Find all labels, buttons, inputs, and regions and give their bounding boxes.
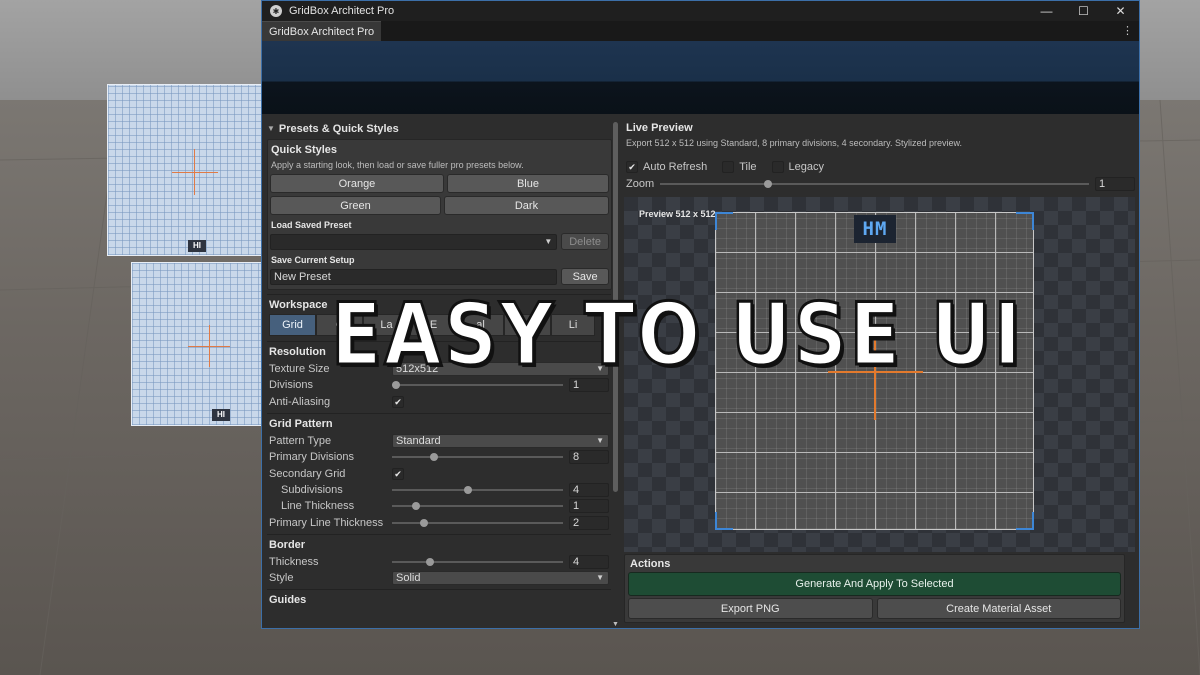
border-style-dropdown[interactable]: Solid ▼ — [392, 571, 609, 586]
border-style-value: Solid — [396, 572, 421, 585]
tile-checkbox[interactable] — [722, 161, 735, 173]
chevron-down-icon: ▼ — [596, 573, 604, 583]
cube-front-face: HI — [131, 262, 262, 426]
live-preview-description: Export 512 x 512 using Standard, 8 prima… — [626, 138, 963, 148]
primary-line-thickness-field[interactable]: 2 — [569, 515, 609, 530]
tab-strip: GridBox Architect Pro ⋮ — [262, 21, 1139, 41]
preview-size-label: Preview 512 x 512 — [639, 209, 716, 219]
live-preview-title: Live Preview — [626, 122, 693, 134]
guides-title: Guides — [269, 594, 307, 607]
quick-styles-hint: Apply a starting look, then load or save… — [271, 160, 524, 170]
header-banner — [262, 41, 1139, 114]
kebab-menu-icon[interactable]: ⋮ — [1122, 24, 1133, 37]
cube-crosshair-v — [194, 149, 195, 195]
delete-preset-button[interactable]: Delete — [561, 233, 609, 250]
pattern-type-label: Pattern Type — [269, 435, 332, 448]
chevron-down-icon: ▼ — [596, 436, 604, 446]
border-title: Border — [269, 538, 306, 551]
pattern-type-dropdown[interactable]: Standard ▼ — [392, 434, 609, 449]
tab-gridbox[interactable]: GridBox Architect Pro — [262, 21, 382, 41]
cube-crosshair-h — [172, 172, 218, 173]
slider-knob[interactable] — [412, 502, 420, 511]
cube-crosshair-v — [209, 325, 210, 367]
antialias-label: Anti-Aliasing — [269, 395, 331, 408]
subdivisions-label: Subdivisions — [281, 483, 343, 496]
app-logo-icon: ✱ — [270, 5, 282, 17]
tab-grid[interactable]: Grid — [269, 314, 316, 336]
border-thickness-slider[interactable] — [392, 555, 563, 569]
slider-knob[interactable] — [430, 453, 438, 462]
zoom-slider[interactable] — [660, 177, 1089, 191]
zoom-field[interactable]: 1 — [1095, 176, 1135, 191]
slider-knob[interactable] — [764, 179, 772, 188]
presets-box: Quick Styles Apply a starting look, then… — [267, 139, 612, 290]
subdivisions-slider[interactable] — [392, 483, 563, 497]
line-thickness-field[interactable]: 1 — [569, 499, 609, 514]
line-thickness-slider[interactable] — [392, 499, 563, 513]
create-material-button[interactable]: Create Material Asset — [876, 598, 1121, 619]
auto-refresh-label: Auto Refresh — [643, 161, 708, 173]
corner-marker-bl — [715, 512, 733, 530]
legacy-checkbox[interactable] — [771, 161, 784, 173]
auto-refresh-checkbox[interactable]: ✔ — [626, 161, 638, 173]
border-section: Border Thickness 4 Style Solid ▼ — [267, 533, 611, 587]
foldout-arrow-icon: ▼ — [267, 124, 275, 133]
style-orange-button[interactable]: Orange — [270, 174, 444, 193]
primary-divisions-slider[interactable] — [392, 450, 563, 464]
promo-overlay-text: EASY TO USE UI — [330, 284, 1024, 387]
cube-logo-badge: HI — [188, 240, 206, 252]
corner-marker-tr — [1016, 212, 1034, 230]
primary-divisions-field[interactable]: 8 — [569, 450, 609, 465]
subdivisions-field[interactable]: 4 — [569, 482, 609, 497]
secondary-grid-checkbox[interactable]: ✔ — [392, 467, 404, 480]
load-preset-dropdown[interactable]: ▼ — [270, 233, 558, 250]
presets-foldout[interactable]: ▼ Presets & Quick Styles — [267, 120, 622, 137]
load-preset-label: Load Saved Preset — [271, 220, 352, 230]
border-thickness-field[interactable]: 4 — [569, 554, 609, 569]
scroll-down-icon[interactable]: ▼ — [612, 621, 619, 628]
legacy-label: Legacy — [788, 161, 825, 173]
zoom-label: Zoom — [626, 177, 655, 190]
cube-front-face: HI — [107, 84, 262, 256]
corner-marker-tl — [715, 212, 733, 230]
grid-pattern-title: Grid Pattern — [269, 417, 333, 430]
line-thickness-label: Line Thickness — [281, 500, 355, 513]
title-bar: ✱ GridBox Architect Pro — ☐ ✕ — [262, 1, 1139, 21]
primary-line-thickness-label: Primary Line Thickness — [269, 516, 384, 529]
maximize-button[interactable]: ☐ — [1065, 1, 1102, 21]
close-button[interactable]: ✕ — [1102, 1, 1139, 21]
actions-box: Actions Generate And Apply To Selected E… — [624, 554, 1125, 623]
guides-section: Guides — [267, 589, 611, 609]
cube-logo-badge: HI — [212, 409, 230, 421]
actions-title: Actions — [630, 558, 671, 570]
export-png-button[interactable]: Export PNG — [628, 598, 873, 619]
save-preset-button[interactable]: Save — [561, 268, 609, 285]
slider-knob[interactable] — [426, 557, 434, 566]
preset-name-field[interactable]: New Preset — [270, 268, 558, 285]
slider-knob[interactable] — [464, 485, 472, 494]
generate-apply-button[interactable]: Generate And Apply To Selected — [628, 572, 1121, 596]
quick-styles-title: Quick Styles — [271, 144, 338, 156]
primary-line-thickness-slider[interactable] — [392, 516, 563, 530]
minimize-button[interactable]: — — [1028, 1, 1065, 21]
preview-logo-badge: HM — [854, 215, 896, 243]
secondary-grid-label: Secondary Grid — [269, 467, 346, 480]
pattern-type-value: Standard — [396, 435, 441, 448]
style-blue-button[interactable]: Blue — [446, 174, 609, 193]
window-title: GridBox Architect Pro — [289, 5, 395, 17]
tile-label: Tile — [739, 161, 757, 173]
border-thickness-label: Thickness — [269, 555, 319, 568]
corner-marker-br — [1016, 512, 1034, 530]
style-dark-button[interactable]: Dark — [443, 196, 609, 215]
slider-knob[interactable] — [420, 518, 428, 527]
primary-divisions-label: Primary Divisions — [269, 451, 354, 464]
border-style-label: Style — [269, 572, 294, 585]
chevron-down-icon: ▼ — [544, 236, 553, 246]
grid-pattern-section: Grid Pattern Pattern Type Standard ▼ Pri… — [267, 412, 611, 531]
save-setup-label: Save Current Setup — [271, 255, 355, 265]
antialias-checkbox[interactable]: ✔ — [392, 395, 404, 408]
presets-foldout-label: Presets & Quick Styles — [278, 122, 399, 135]
style-green-button[interactable]: Green — [270, 196, 441, 215]
